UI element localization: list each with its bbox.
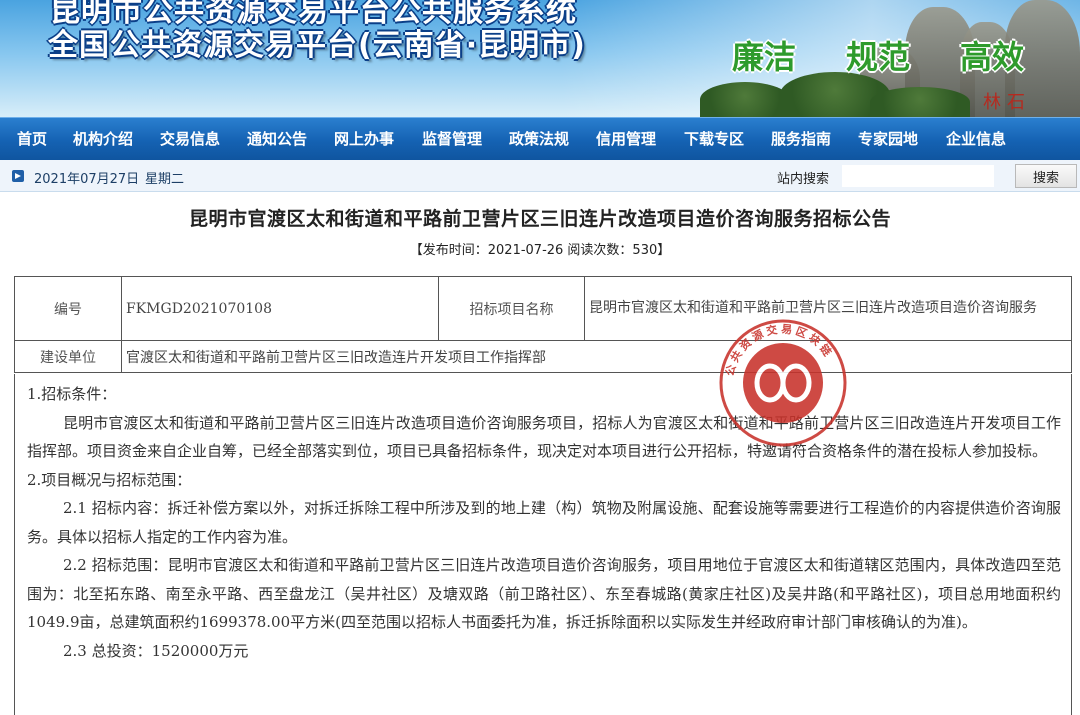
construction-unit: 官渡区太和街道和平路前卫营片区三旧改造连片开发项目工作指挥部 — [121, 340, 1072, 373]
project-info-table: 编号 FKMGD2021070108 招标项目名称 昆明市官渡区太和街道和平路前… — [14, 276, 1072, 373]
site-search-label: 站内搜索 — [777, 172, 830, 187]
table-row: 编号 FKMGD2021070108 招标项目名称 昆明市官渡区太和街道和平路前… — [14, 276, 1072, 341]
project-number: FKMGD2021070108 — [121, 276, 439, 341]
nav-experts[interactable]: 专家园地 — [858, 118, 918, 161]
table-row: 建设单位 官渡区太和街道和平路前卫营片区三旧改造连片开发项目工作指挥部 — [14, 340, 1072, 373]
current-weekday: 星期二 — [145, 172, 185, 187]
article-meta: 【发布时间：2021-07-26 阅读次数：530】 — [409, 243, 671, 258]
play-arrow-icon — [12, 170, 24, 182]
blockchain-seal: 公共资源交易区块链 — [719, 319, 847, 447]
site-banner: 昆明市公共资源交易平台公共服务系统 全国公共资源交易平台(云南省·昆明市) 廉洁… — [0, 0, 1080, 117]
slogan-efficient: 高效 — [960, 38, 1025, 76]
nav-policies[interactable]: 政策法规 — [509, 118, 569, 161]
nav-credit[interactable]: 信用管理 — [596, 118, 656, 161]
article-title: 昆明市官渡区太和街道和平路前卫营片区三旧连片改造项目造价咨询服务招标公告 — [188, 208, 891, 230]
nav-enterprise[interactable]: 企业信息 — [946, 118, 1006, 161]
search-button[interactable]: 搜索 — [1015, 164, 1077, 188]
banner-trees — [870, 87, 970, 117]
banner-trees — [700, 82, 790, 117]
stone-carving-text: 林石 — [983, 92, 1031, 113]
nav-supervision[interactable]: 监督管理 — [422, 118, 482, 161]
section-heading: 1.招标条件： — [27, 385, 117, 403]
date-search-bar: 2021年07月27日 星期二 站内搜索 搜索 — [0, 160, 1080, 192]
section-heading: 2.项目概况与招标范围： — [27, 470, 192, 489]
section-paragraph: 2.1 招标内容：拆迁补偿方案以外，对拆迁拆除工程中所涉及到的地上建（构）筑物及… — [27, 499, 1061, 546]
section-paragraph: 昆明市官渡区太和街道和平路前卫营片区三旧连片改造项目造价咨询服务项目，招标人为官… — [27, 413, 1061, 461]
label-number: 编号 — [14, 276, 122, 341]
slogan-integrity: 廉洁 — [732, 38, 797, 76]
section-paragraph: 2.3 总投资：1520000万元 — [63, 641, 249, 660]
nav-trade-info[interactable]: 交易信息 — [160, 118, 220, 161]
section-paragraph: 2.2 招标范围：昆明市官渡区太和街道和平路前卫营片区三旧连片改造项目造价咨询服… — [27, 556, 1061, 631]
site-search-input[interactable] — [842, 165, 994, 187]
label-project-name: 招标项目名称 — [438, 276, 585, 341]
main-nav: 首页 机构介绍 交易信息 通知公告 网上办事 监督管理 政策法规 信用管理 下载… — [0, 117, 1080, 160]
nav-home[interactable]: 首页 — [17, 118, 47, 161]
current-date: 2021年07月27日 — [34, 172, 140, 187]
nav-notices[interactable]: 通知公告 — [247, 118, 307, 161]
nav-online-service[interactable]: 网上办事 — [334, 118, 394, 161]
nav-downloads[interactable]: 下载专区 — [684, 118, 744, 161]
nav-about[interactable]: 机构介绍 — [73, 118, 133, 161]
article-body: 1.招标条件： 昆明市官渡区太和街道和平路前卫营片区三旧连片改造项目造价咨询服务… — [14, 374, 1072, 715]
slogan-standard: 规范 — [846, 38, 911, 76]
label-construction-unit: 建设单位 — [14, 340, 122, 373]
nav-service-guide[interactable]: 服务指南 — [771, 118, 831, 161]
banner-platform-name: 全国公共资源交易平台(云南省·昆明市) — [48, 28, 586, 63]
